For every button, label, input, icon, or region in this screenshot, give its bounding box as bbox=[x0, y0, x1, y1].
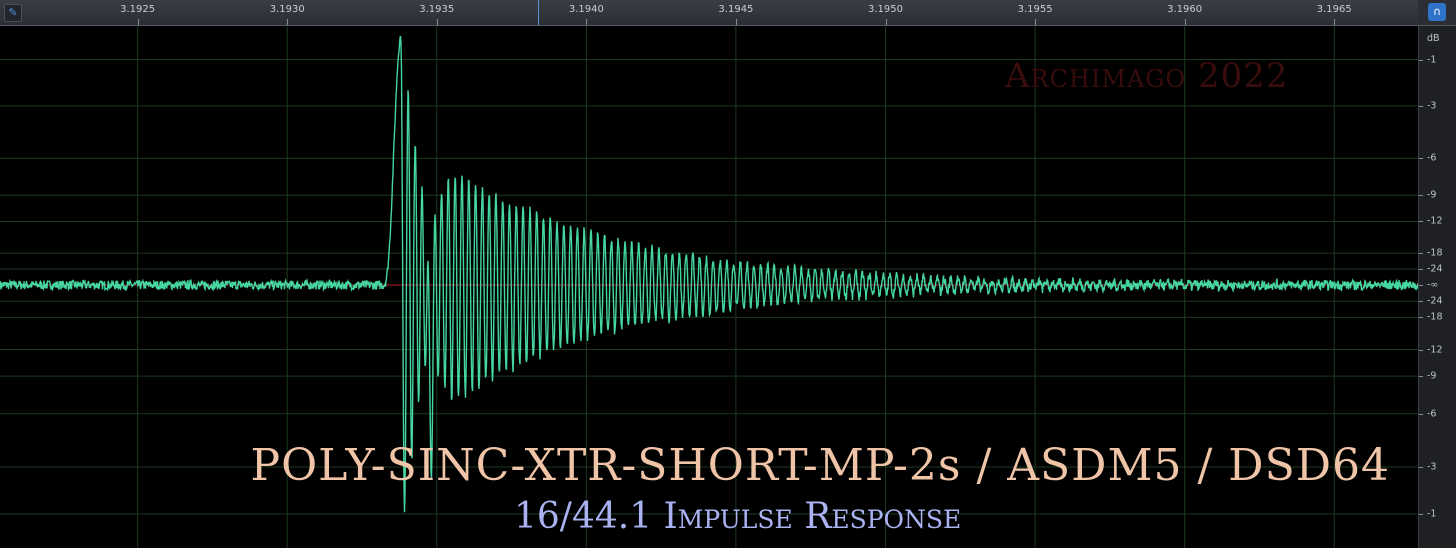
db-scale-tick bbox=[1419, 349, 1423, 351]
db-scale-tick bbox=[1419, 376, 1423, 378]
db-scale-label: -1 bbox=[1427, 508, 1437, 520]
db-unit-label: dB bbox=[1427, 33, 1440, 44]
db-scale-tick bbox=[1419, 514, 1423, 516]
ruler-tick-label: 3.1930 bbox=[269, 4, 305, 15]
time-ruler[interactable]: ✎ 3.1925 3.1930 3.1935 3.1940 3.1945 3.1950 3.… bbox=[0, 0, 1418, 26]
ruler-tick-label: 3.1950 bbox=[868, 4, 903, 15]
db-scale-label: -1 bbox=[1427, 54, 1437, 65]
db-scale-label: -12 bbox=[1427, 344, 1443, 356]
db-scale-tick bbox=[1419, 269, 1423, 271]
ruler-tick-mark bbox=[1184, 19, 1186, 25]
db-scale-label: -3 bbox=[1427, 100, 1437, 112]
ruler-tick-mark bbox=[137, 19, 139, 25]
db-scale-label: -9 bbox=[1427, 189, 1437, 201]
ruler-tick-mark bbox=[885, 19, 887, 25]
playhead-marker[interactable] bbox=[538, 0, 540, 25]
ruler-corner: ∩ bbox=[1418, 0, 1456, 26]
db-scale-label: -18 bbox=[1427, 311, 1443, 323]
ruler-tick-label: 3.1965 bbox=[1316, 4, 1352, 15]
db-scale-label: -24 bbox=[1427, 263, 1443, 275]
db-scale-tick bbox=[1419, 221, 1423, 223]
db-scale-tick bbox=[1419, 317, 1423, 319]
db-scale-tick bbox=[1419, 301, 1423, 303]
ruler-tick-label: 3.1945 bbox=[718, 4, 754, 15]
db-scale-label: -12 bbox=[1427, 215, 1443, 227]
ruler-tick-mark bbox=[287, 19, 289, 25]
watermark: Archimago 2022 bbox=[1005, 56, 1289, 96]
db-scale-tick bbox=[1419, 158, 1423, 160]
ruler-tick-mark bbox=[1334, 19, 1336, 25]
pin-icon: ✎ bbox=[8, 6, 18, 19]
caption-subtitle: 16/44.1 Impulse Response bbox=[514, 496, 962, 537]
headphones-icon: ∩ bbox=[1432, 5, 1442, 18]
db-scale-label: -18 bbox=[1427, 247, 1443, 259]
db-scale-label: -6 bbox=[1427, 152, 1437, 164]
db-scale-tick bbox=[1419, 195, 1423, 197]
ruler-tick-label: 3.1940 bbox=[568, 4, 604, 15]
ruler-tick-label: 3.1935 bbox=[419, 4, 455, 15]
ruler-tick-mark bbox=[735, 19, 737, 25]
db-scale-tick bbox=[1419, 59, 1423, 61]
ruler-tick-label: 3.1925 bbox=[120, 4, 156, 15]
db-scale-label: -24 bbox=[1427, 295, 1443, 307]
pin-button[interactable]: ✎ bbox=[4, 4, 22, 22]
db-scale-tick bbox=[1419, 253, 1423, 255]
monitor-button[interactable]: ∩ bbox=[1428, 3, 1446, 21]
db-scale-tick bbox=[1419, 285, 1423, 286]
db-scale-label: -6 bbox=[1427, 408, 1437, 420]
db-scale-tick bbox=[1419, 413, 1423, 415]
ruler-tick-mark bbox=[1035, 19, 1037, 25]
db-scale-label: -∞ bbox=[1427, 279, 1439, 291]
db-scale[interactable]: dB -1 -3 -6 -9 -12 -18 -24 -∞ -24 -18 -12 -9 -6 -3 -1 bbox=[1418, 26, 1456, 548]
db-scale-tick bbox=[1419, 105, 1423, 107]
ruler-tick-label: 3.1955 bbox=[1017, 4, 1053, 15]
db-scale-label: -3 bbox=[1427, 461, 1437, 473]
caption-title: POLY-SINC-XTR-SHORT-MP-2s / ASDM5 / DSD6… bbox=[250, 440, 1390, 491]
db-scale-tick bbox=[1419, 466, 1423, 468]
ruler-tick-mark bbox=[586, 19, 588, 25]
ruler-tick-label: 3.1960 bbox=[1167, 4, 1203, 15]
ruler-tick-mark bbox=[436, 19, 438, 25]
db-scale-label: -9 bbox=[1427, 370, 1437, 382]
